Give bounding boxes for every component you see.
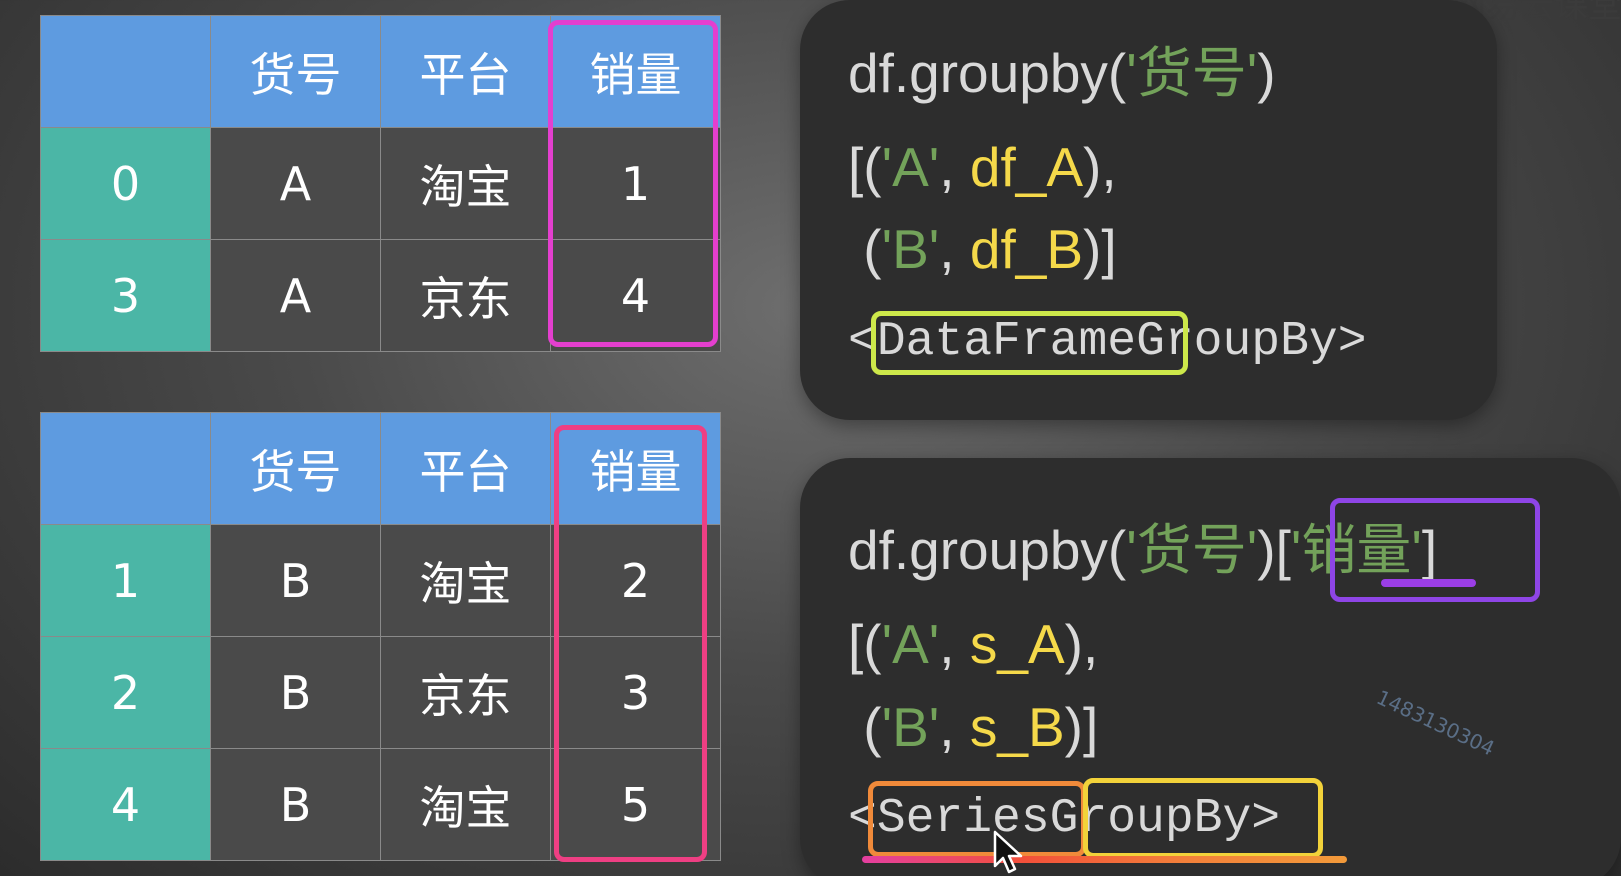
code-string-key-a: 'A' (881, 613, 940, 675)
xiaoliang-underline (1381, 579, 1476, 587)
code-var-s-b: s_B (969, 696, 1065, 758)
cell-pingtai: 京东 (380, 636, 551, 749)
header-cell-index (40, 412, 211, 525)
cell-huohao: B (210, 636, 381, 749)
cell-xiaoliang: 2 (550, 524, 721, 637)
cell-xiaoliang: 4 (550, 239, 721, 352)
table-header-row: 货号 平台 销量 (40, 15, 721, 128)
code-call-suffix: ) (1257, 42, 1276, 104)
code-line-tuple-b: ('B', s_B)] (848, 700, 1098, 755)
code-string-huohao: '货号' (1126, 42, 1258, 104)
code-line-tuple-a: [('A', s_A), (848, 617, 1098, 672)
table-row: 4 B 淘宝 5 (40, 748, 721, 861)
code-call-prefix: df.groupby( (848, 42, 1127, 104)
cell-xiaoliang: 5 (550, 748, 721, 861)
table-row: 0 A 淘宝 1 (40, 127, 721, 240)
code-punct: )] (1064, 696, 1099, 758)
code-line-groupby-b: df.groupby('货号')['销量'] (848, 523, 1437, 578)
cell-pingtai: 淘宝 (380, 748, 551, 861)
cell-pingtai: 淘宝 (380, 524, 551, 637)
code-type-dataframe: DataFrame (876, 315, 1137, 369)
header-cell-pingtai: 平台 (380, 15, 551, 128)
cell-pingtai: 淘宝 (380, 127, 551, 240)
code-var-s-a: s_A (969, 613, 1065, 675)
table-row: 3 A 京东 4 (40, 239, 721, 352)
table-group-b: 货号 平台 销量 1 B 淘宝 2 2 B 京东 3 4 B 淘宝 5 (40, 412, 721, 861)
mouse-pointer-icon (993, 830, 1023, 874)
table-header-row: 货号 平台 销量 (40, 412, 721, 525)
header-cell-index (40, 15, 211, 128)
code-punct: < (848, 315, 877, 369)
row-index-cell: 2 (40, 636, 211, 749)
code-punct: > (1337, 315, 1367, 369)
code-line-tuple-a: [('A', df_A), (848, 140, 1117, 195)
code-punct: , (939, 613, 970, 675)
code-punct: ), (1083, 136, 1117, 198)
code-call-prefix: df.groupby( (848, 519, 1127, 581)
code-punct: [ (1275, 519, 1291, 581)
cell-xiaoliang: 3 (550, 636, 721, 749)
code-var-df-b: df_B (969, 218, 1084, 280)
code-punct: < (848, 792, 877, 846)
code-string-xiaoliang: '销量' (1290, 519, 1422, 581)
header-cell-huohao: 货号 (210, 412, 381, 525)
cell-pingtai: 京东 (380, 239, 551, 352)
table-group-a: 货号 平台 销量 0 A 淘宝 1 3 A 京东 4 (40, 15, 721, 352)
row-index-cell: 4 (40, 748, 211, 861)
cell-huohao: B (210, 524, 381, 637)
code-line-type-dataframegroupby: <DataFrameGroupBy> (848, 318, 1367, 366)
code-string-key-b: 'B' (881, 696, 940, 758)
code-punct: ), (1064, 613, 1099, 675)
table-row: 1 B 淘宝 2 (40, 524, 721, 637)
code-line-type-seriesgroupby: <SeriesGroupBy> (848, 795, 1280, 843)
code-call-suffix: ) (1257, 519, 1276, 581)
code-punct: , (939, 696, 970, 758)
code-line-groupby-a: df.groupby('货号') (848, 46, 1276, 101)
code-punct: , (939, 218, 970, 280)
row-index-cell: 3 (40, 239, 211, 352)
cell-huohao: B (210, 748, 381, 861)
row-index-cell: 0 (40, 127, 211, 240)
code-punct: [( (848, 613, 882, 675)
cell-huohao: A (210, 127, 381, 240)
code-punct: > (1251, 792, 1281, 846)
code-punct: ] (1421, 519, 1438, 581)
code-var-df-a: df_A (969, 136, 1084, 198)
code-type-groupby: GroupBy (1136, 315, 1338, 369)
seriesgroupby-underline (862, 856, 1347, 863)
code-punct: ( (848, 218, 882, 280)
code-punct: ( (848, 696, 882, 758)
code-string-key-a: 'A' (881, 136, 940, 198)
header-cell-xiaoliang: 销量 (550, 412, 721, 525)
code-line-tuple-b: ('B', df_B)] (848, 222, 1116, 277)
row-index-cell: 1 (40, 524, 211, 637)
header-cell-pingtai: 平台 (380, 412, 551, 525)
header-cell-huohao: 货号 (210, 15, 381, 128)
cell-xiaoliang: 1 (550, 127, 721, 240)
code-type-groupby: GroupBy (1049, 792, 1252, 846)
header-cell-xiaoliang: 销量 (550, 15, 721, 128)
code-punct: , (939, 136, 970, 198)
table-row: 2 B 京东 3 (40, 636, 721, 749)
code-string-huohao: '货号' (1126, 519, 1258, 581)
cell-huohao: A (210, 239, 381, 352)
code-string-key-b: 'B' (881, 218, 940, 280)
code-punct: )] (1083, 218, 1117, 280)
code-punct: [( (848, 136, 882, 198)
